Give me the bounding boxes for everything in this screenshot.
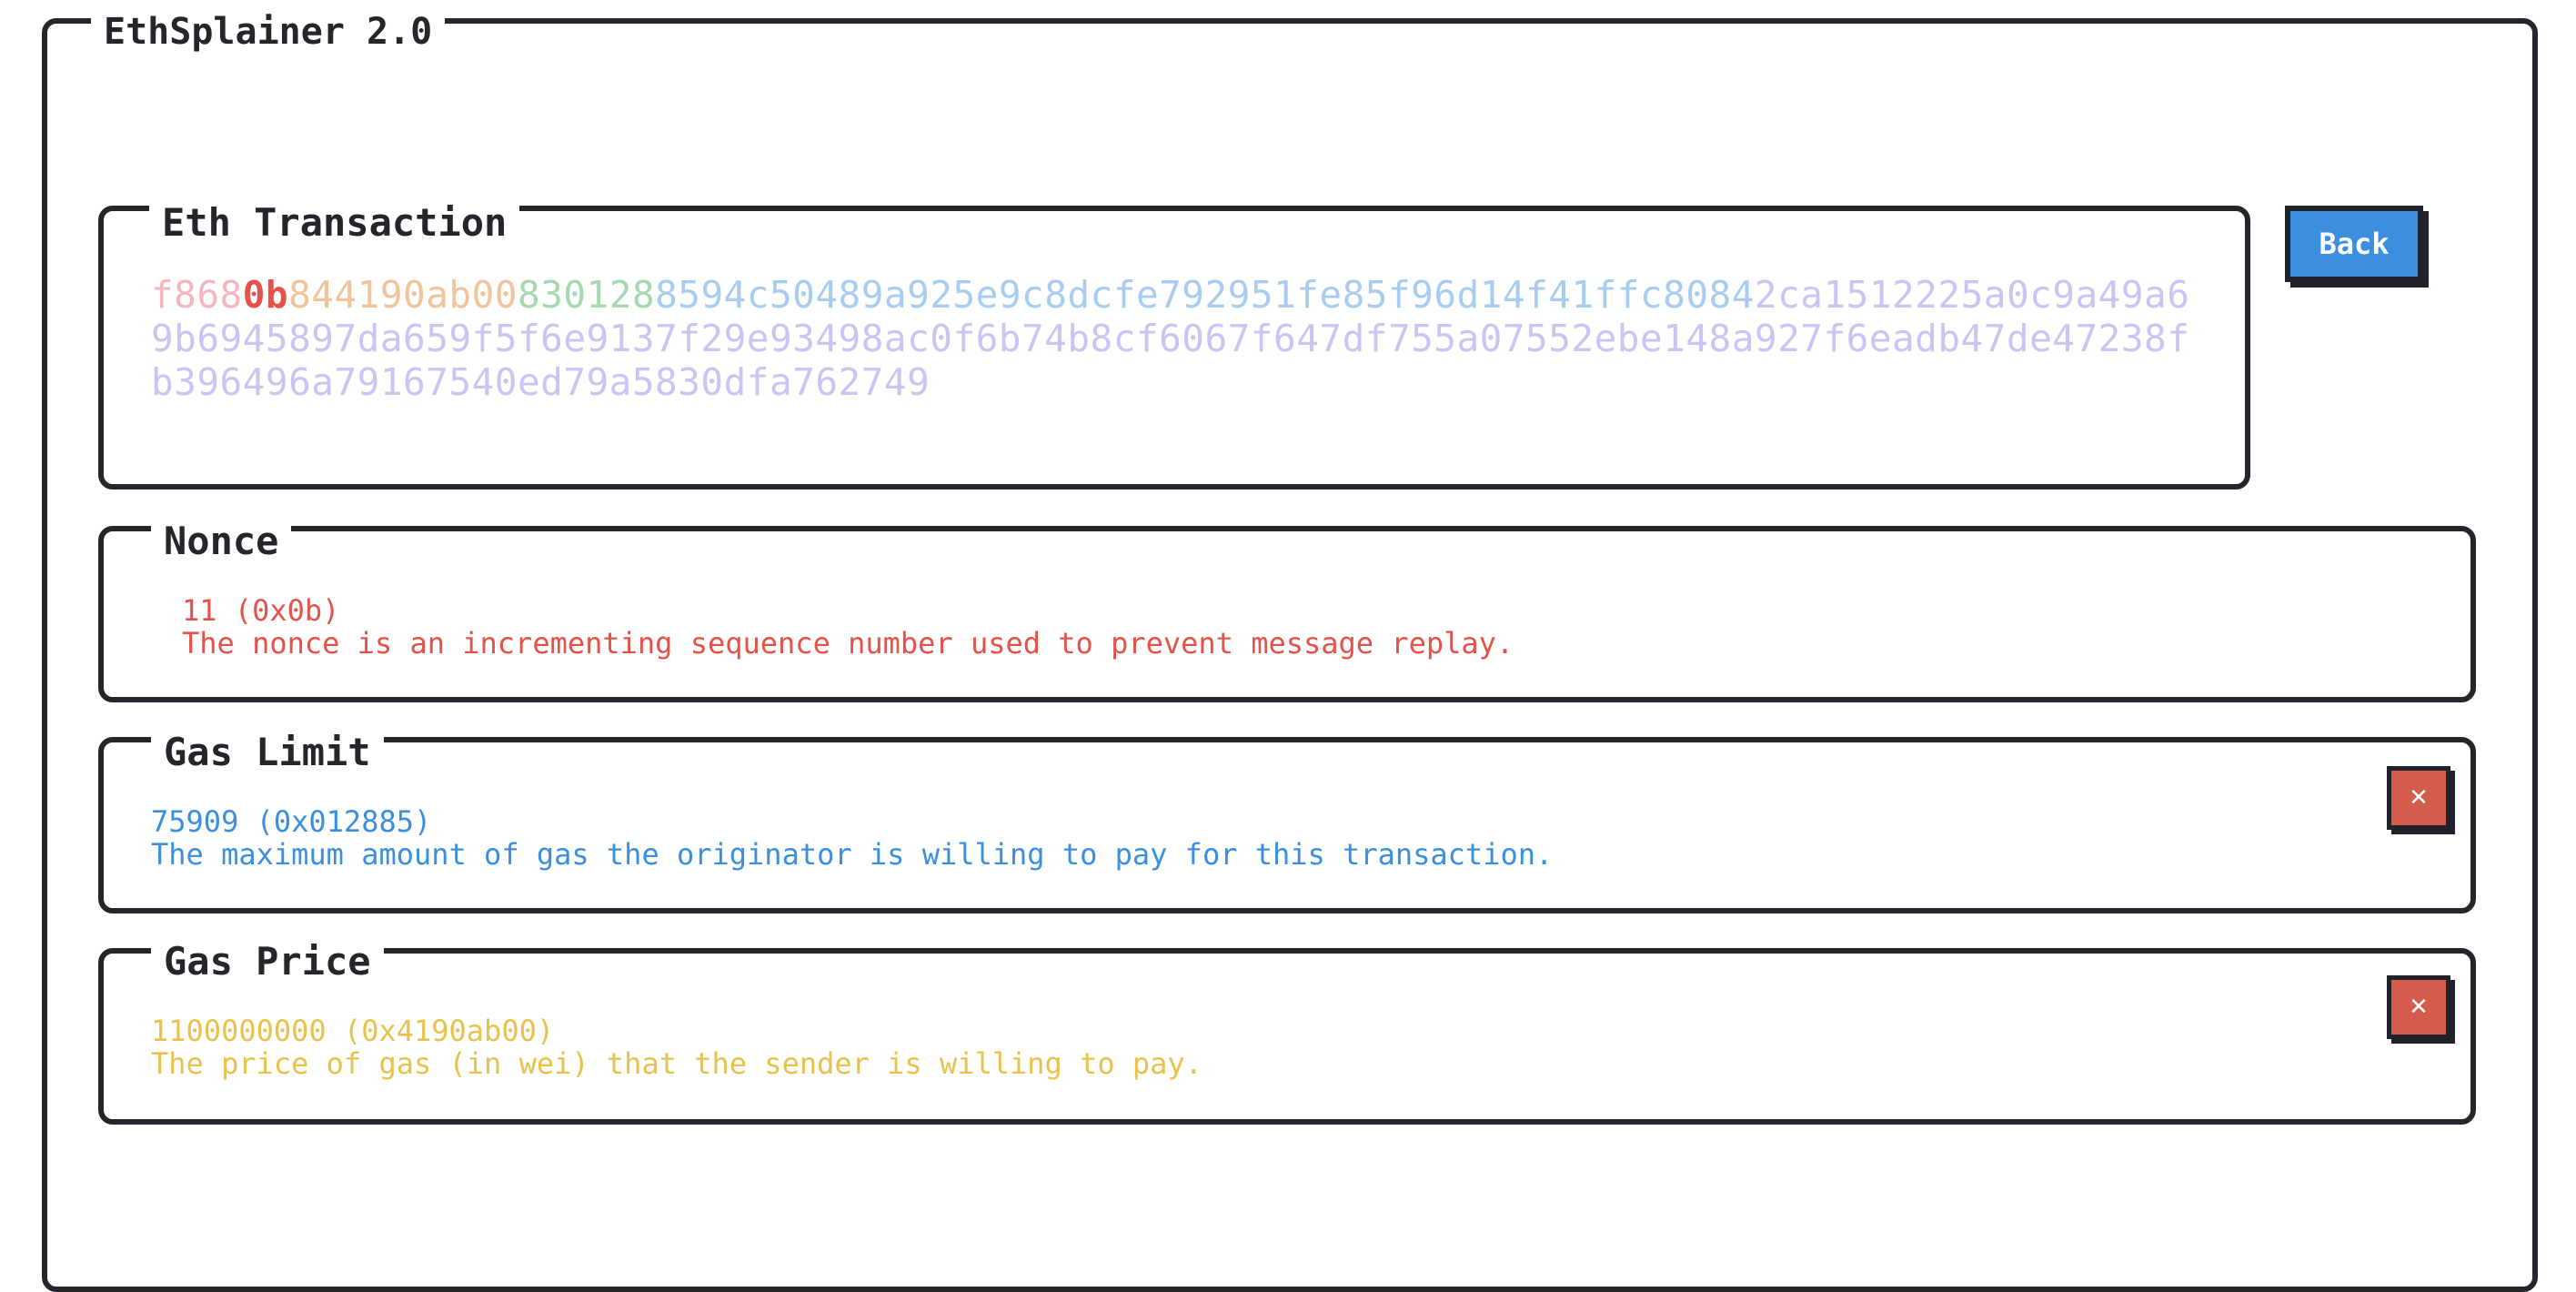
gas-price-close-button[interactable]: ✕ [2387,975,2450,1039]
gas-limit-panel [98,737,2476,913]
gas-price-description: The price of gas (in wei) that the sende… [151,1046,1202,1081]
transaction-title: Eth Transaction [149,200,520,245]
app-title: EthSplainer 2.0 [91,11,446,53]
gas-limit-title: Gas Limit [151,730,384,774]
nonce-value: 11 (0x0b) [182,593,340,628]
gas-price-title: Gas Price [151,939,384,984]
close-icon: ✕ [2409,994,2429,1021]
transaction-hex[interactable]: f8680b844190ab008301288594c50489a925e9c8… [151,273,2207,404]
close-icon: ✕ [2409,784,2429,812]
hex-segment-to[interactable]: 8594c50489a925e9c8dcfe792951fe85f96d14f4… [655,273,1755,317]
gas-limit-value: 75909 (0x012885) [151,804,432,839]
nonce-description: The nonce is an incrementing sequence nu… [182,626,1514,661]
gas-limit-description: The maximum amount of gas the originator… [151,837,1554,872]
hex-segment-gas-limit[interactable]: 830128 [518,273,655,317]
gas-price-value: 1100000000 (0x4190ab00) [151,1014,555,1048]
hex-segment-prefix[interactable]: f868 [151,273,243,317]
nonce-panel [98,526,2476,702]
back-button[interactable]: Back [2285,206,2423,282]
nonce-title: Nonce [151,519,292,563]
hex-segment-gas-price[interactable]: 844190ab00 [288,273,518,317]
gas-limit-close-button[interactable]: ✕ [2387,766,2450,830]
hex-segment-nonce[interactable]: 0b [243,273,288,317]
